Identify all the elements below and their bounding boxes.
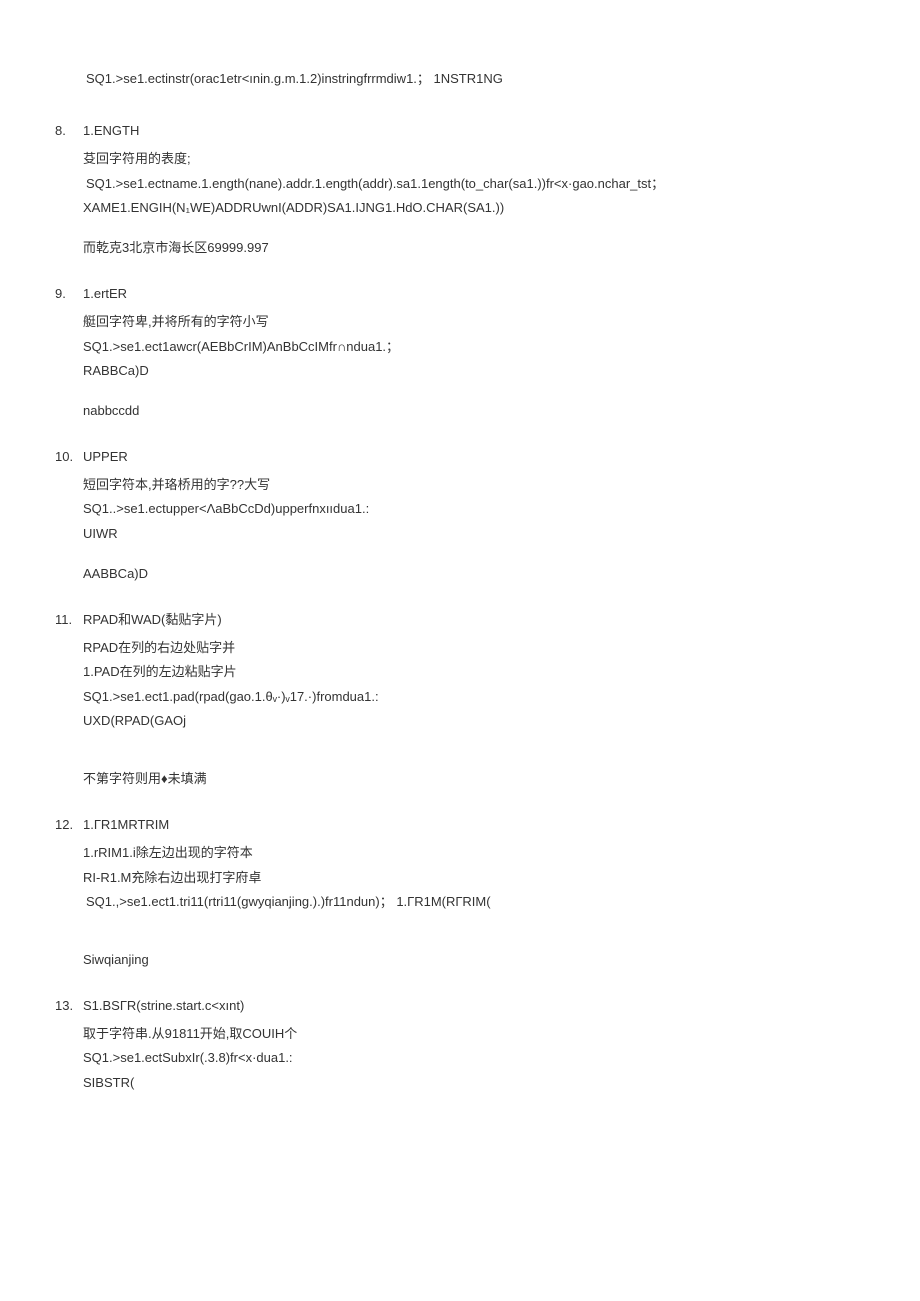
list-item: 10.UPPER 短回字符本,并珞桥用的字??大写 SQ1..>se1.ectupp…: [55, 448, 860, 583]
item-number: 8.: [55, 122, 83, 140]
item-number: 11.: [55, 611, 83, 629]
item-number: 12.: [55, 816, 83, 834]
body-line: 1.PAD在列的左边粘贴字片: [83, 663, 860, 681]
item-number: 10.: [55, 448, 83, 466]
body-line: nabbccdd: [83, 402, 860, 420]
body-line: SQ1.>se1.ectname.1.ength(nane).addr.1.en…: [86, 175, 860, 193]
item-body: 1.rRIM1.i除左边出现的字符本 RI-R1.M充除右边出现打字府卓 SQ1.,…: [83, 844, 860, 969]
list-item: 13.S1.BSГR(strine.start.c<xınt) 取于字符串.从91…: [55, 997, 860, 1092]
list-item: 8.1.ENGTH 芟回字符用的表度; SQ1.>se1.ectname.1.eng…: [55, 122, 860, 257]
item-body: 芟回字符用的表度; SQ1.>se1.ectname.1.ength(nane).…: [83, 150, 860, 257]
item-number: 9.: [55, 285, 83, 303]
list-item: 9.1.ertER 艇回字符卑,并将所有的字符小写 SQ1.>se1.ect1awc…: [55, 285, 860, 420]
item-heading: 1.ENGTH: [83, 122, 139, 140]
body-line: 取于字符串.从91811开始,取COUIH个: [83, 1025, 860, 1043]
body-line: SQ1..>se1.ectupper<ΛaBbCcDd)upperfnxııdu…: [83, 500, 860, 518]
list-item: 11.RPAD和WAD(黏贴字片) RPAD在列的右边处贴字并 1.PAD在列的左边…: [55, 611, 860, 788]
body-line: 1.rRIM1.i除左边出现的字符本: [83, 844, 860, 862]
body-line: AABBCa)D: [83, 565, 860, 583]
item-body: 取于字符串.从91811开始,取COUIH个 SQ1.>se1.ectSubxIr…: [83, 1025, 860, 1092]
item-heading: RPAD和WAD(黏贴字片): [83, 611, 222, 629]
body-line: 而乾克3北京市海长区69999.997: [83, 239, 860, 257]
body-line: SQ1.>se1.ectSubxIr(.3.8)fr<x·dua1.:: [83, 1049, 860, 1067]
body-line: RPAD在列的右边处贴字并: [83, 639, 860, 657]
body-line: XAME1.ENGIH(N₁WE)ADDRUwnI(ADDR)SA1.IJNG1…: [83, 199, 860, 217]
item-heading: 1.ГR1MRTRIM: [83, 816, 169, 834]
body-line: UXD(RPAD(GAOj: [83, 712, 860, 730]
body-line: SQ1.,>se1.ect1.tri11(rtri11(gwyqianjing.…: [86, 893, 860, 911]
body-line: 不第字符则用♦未填满: [83, 770, 860, 788]
item-body: 短回字符本,并珞桥用的字??大写 SQ1..>se1.ectupper<ΛaBbC…: [83, 476, 860, 583]
body-line: Siwqianjing: [83, 951, 860, 969]
body-line: SQ1.>se1.ect1.pad(rpad(gao.1.θᵥ·)ᵥ17.·)f…: [83, 688, 860, 706]
pre-line: SQ1.>se1.ectinstr(orac1etr<ınin.g.m.1.2)…: [86, 70, 860, 88]
item-heading: 1.ertER: [83, 285, 127, 303]
list-item: 12.1.ГR1MRTRIM 1.rRIM1.i除左边出现的字符本 RI-R1.M充…: [55, 816, 860, 969]
item-body: RPAD在列的右边处贴字并 1.PAD在列的左边粘贴字片 SQ1.>se1.ect1…: [83, 639, 860, 788]
body-line: UIWR: [83, 525, 860, 543]
body-line: 短回字符本,并珞桥用的字??大写: [83, 476, 860, 494]
body-line: RI-R1.M充除右边出现打字府卓: [83, 869, 860, 887]
item-body: 艇回字符卑,并将所有的字符小写 SQ1.>se1.ect1awcr(AEBbCrI…: [83, 313, 860, 420]
item-number: 13.: [55, 997, 83, 1015]
item-heading: S1.BSГR(strine.start.c<xınt): [83, 997, 244, 1015]
body-line: SIBSTR(: [83, 1074, 860, 1092]
body-line: 芟回字符用的表度;: [83, 150, 860, 168]
item-heading: UPPER: [83, 448, 128, 466]
body-line: 艇回字符卑,并将所有的字符小写: [83, 313, 860, 331]
body-line: SQ1.>se1.ect1awcr(AEBbCrIM)AnBbCcIMfr∩nd…: [83, 338, 860, 356]
body-line: RABBCa)D: [83, 362, 860, 380]
